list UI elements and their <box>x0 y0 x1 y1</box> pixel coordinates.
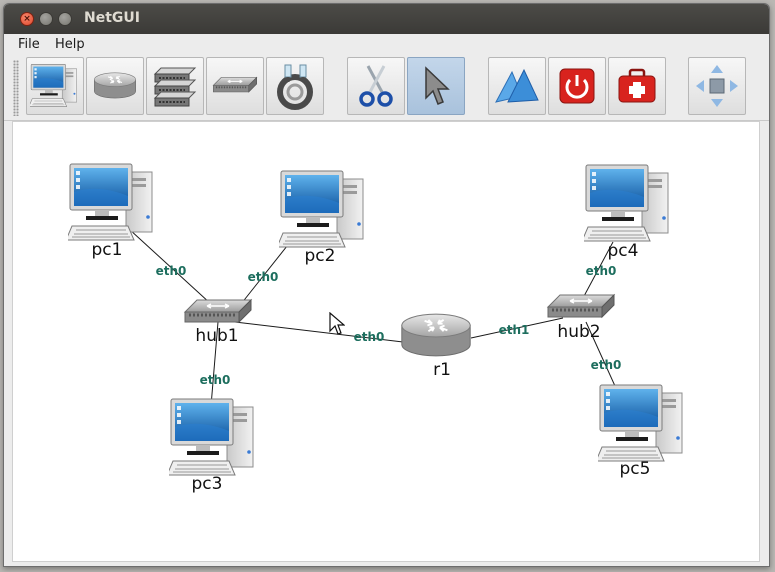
mouse-cursor-icon <box>329 312 345 335</box>
if-label-pc3: eth0 <box>199 373 231 387</box>
pc4-label: pc4 <box>607 241 639 261</box>
pc5-label: pc5 <box>619 459 651 479</box>
computer-icon <box>30 63 80 109</box>
hub1-label: hub1 <box>195 326 239 346</box>
close-window-button[interactable]: × <box>20 12 34 26</box>
select-tool-button[interactable] <box>407 57 465 115</box>
power-off-button[interactable] <box>548 57 606 115</box>
add-hub-button[interactable] <box>206 57 264 115</box>
if-label-r1-eth1: eth1 <box>498 323 530 337</box>
menu-help[interactable]: Help <box>55 37 85 52</box>
start-simulation-button[interactable] <box>488 57 546 115</box>
power-icon <box>559 68 595 104</box>
start-icon <box>495 68 539 103</box>
menu-file[interactable]: File <box>18 37 40 52</box>
window-title: NetGUI <box>84 10 140 26</box>
pc1-label: pc1 <box>91 240 123 260</box>
title-bar: × NetGUI <box>4 4 769 35</box>
toolbar-grip[interactable] <box>13 60 19 116</box>
pc3-label: pc3 <box>191 474 223 494</box>
move-view-button[interactable] <box>688 57 746 115</box>
toolbar <box>4 54 769 121</box>
pc5-node[interactable] <box>597 383 689 465</box>
pc3-node[interactable] <box>168 397 260 479</box>
minimize-window-button[interactable] <box>39 12 53 26</box>
move-arrows-icon <box>696 65 738 107</box>
delete-tool-button[interactable] <box>347 57 405 115</box>
hub-icon <box>212 75 258 97</box>
pc2-node[interactable] <box>278 169 370 251</box>
if-label-pc1: eth0 <box>155 264 187 278</box>
if-label-pc5: eth0 <box>590 358 622 372</box>
hub1-node[interactable] <box>183 298 253 328</box>
r1-label: r1 <box>433 360 451 380</box>
switch-icon <box>153 67 197 107</box>
add-cable-button[interactable] <box>266 57 324 115</box>
if-label-pc2: eth0 <box>247 270 279 284</box>
r1-node[interactable] <box>398 312 474 360</box>
pointer-icon <box>425 66 450 105</box>
menu-bar: File Help <box>4 34 769 54</box>
if-label-r1-eth0: eth0 <box>353 330 385 344</box>
add-router-button[interactable] <box>86 57 144 115</box>
pc4-node[interactable] <box>583 163 675 245</box>
if-label-pc4: eth0 <box>585 264 617 278</box>
pc2-label: pc2 <box>304 246 336 266</box>
hub2-label: hub2 <box>557 322 601 342</box>
maximize-window-button[interactable] <box>58 12 72 26</box>
add-terminal-button[interactable] <box>26 57 84 115</box>
network-canvas[interactable]: pc1 pc2 pc3 pc4 pc5 hub1 hub2 r1 eth0 et… <box>12 121 760 562</box>
pc1-node[interactable] <box>67 162 159 244</box>
cable-icon <box>277 64 313 110</box>
add-switch-button[interactable] <box>146 57 204 115</box>
scissors-icon <box>359 65 393 107</box>
router-icon <box>92 70 138 102</box>
hub2-node[interactable] <box>546 293 616 323</box>
app-window: × NetGUI File Help pc1 pc2 pc3 pc4 pc5 h… <box>3 3 770 567</box>
emergency-stop-button[interactable] <box>608 57 666 115</box>
first-aid-icon <box>618 68 656 103</box>
